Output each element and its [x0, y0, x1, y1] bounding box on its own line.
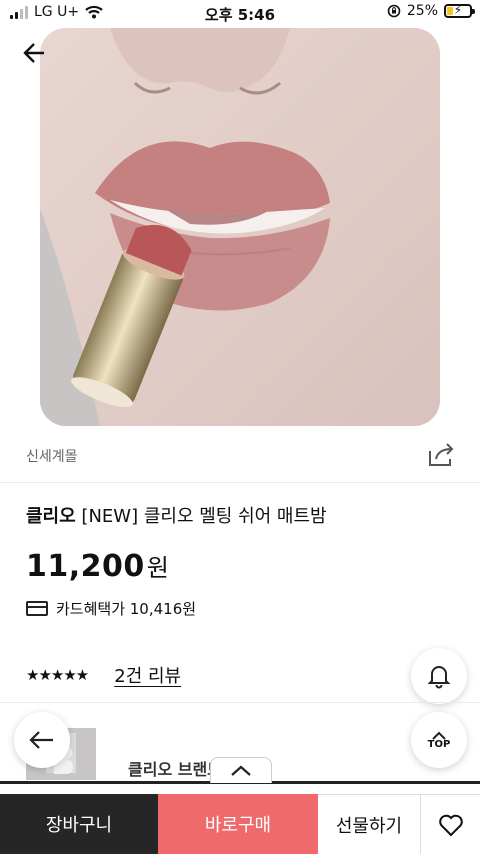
price-value: 11,200 — [26, 549, 145, 584]
product-title-name: [NEW] 클리오 멜팅 쉬어 매트밤 — [81, 506, 327, 527]
product-image[interactable] — [40, 28, 440, 426]
seller-name[interactable]: 신세계몰 — [26, 446, 78, 466]
product-page: LG U+ 오후 5:46 25% ⚡ 신세계몰 클리오 [NEW] 클리오 멜… — [0, 0, 480, 854]
back-arrow-icon — [23, 43, 44, 63]
orientation-lock-icon — [387, 4, 401, 18]
back-arrow-icon — [29, 731, 53, 749]
add-to-cart-button[interactable]: 장바구니 — [0, 794, 158, 854]
price-unit: 원 — [146, 554, 169, 582]
credit-card-icon — [26, 601, 48, 616]
share-button[interactable] — [426, 441, 456, 469]
review-link[interactable]: 2건 리뷰 — [114, 662, 181, 688]
star-rating: ★★★★★ — [26, 666, 89, 684]
scroll-top-button[interactable]: TOP — [411, 712, 467, 768]
gift-button[interactable]: 선물하기 — [318, 794, 420, 854]
status-right: 25% ⚡ — [387, 3, 475, 19]
product-title-brand: 클리오 — [26, 506, 76, 527]
floating-back-button[interactable] — [14, 712, 70, 768]
bottom-action-bar: 장바구니 바로구매 선물하기 — [0, 794, 480, 854]
battery-icon: ⚡ — [444, 3, 475, 18]
bell-icon — [427, 666, 451, 689]
rating-row: ★★★★★ 2건 리뷰 — [26, 662, 181, 688]
product-title: 클리오 [NEW] 클리오 멜팅 쉬어 매트밤 — [26, 502, 327, 528]
charging-bolt-icon: ⚡ — [453, 3, 463, 17]
divider — [0, 482, 480, 483]
status-bar: LG U+ 오후 5:46 25% ⚡ — [0, 0, 480, 28]
battery-percent: 25% — [406, 3, 438, 19]
share-icon — [429, 443, 454, 466]
chevron-up-icon — [231, 765, 251, 776]
heart-icon — [438, 814, 463, 836]
back-button[interactable] — [20, 40, 50, 70]
wishlist-button[interactable] — [420, 794, 480, 854]
card-benefit[interactable]: 카드혜택가 10,416원 — [26, 598, 196, 619]
drawer-toggle-button[interactable] — [210, 757, 272, 783]
divider — [0, 702, 480, 703]
notification-button[interactable] — [411, 648, 467, 704]
price: 11,200 원 — [26, 548, 169, 584]
product-photo — [40, 28, 440, 426]
buy-now-button[interactable]: 바로구매 — [158, 794, 318, 854]
top-label: TOP — [427, 738, 451, 750]
card-benefit-text: 카드혜택가 10,416원 — [56, 600, 197, 618]
